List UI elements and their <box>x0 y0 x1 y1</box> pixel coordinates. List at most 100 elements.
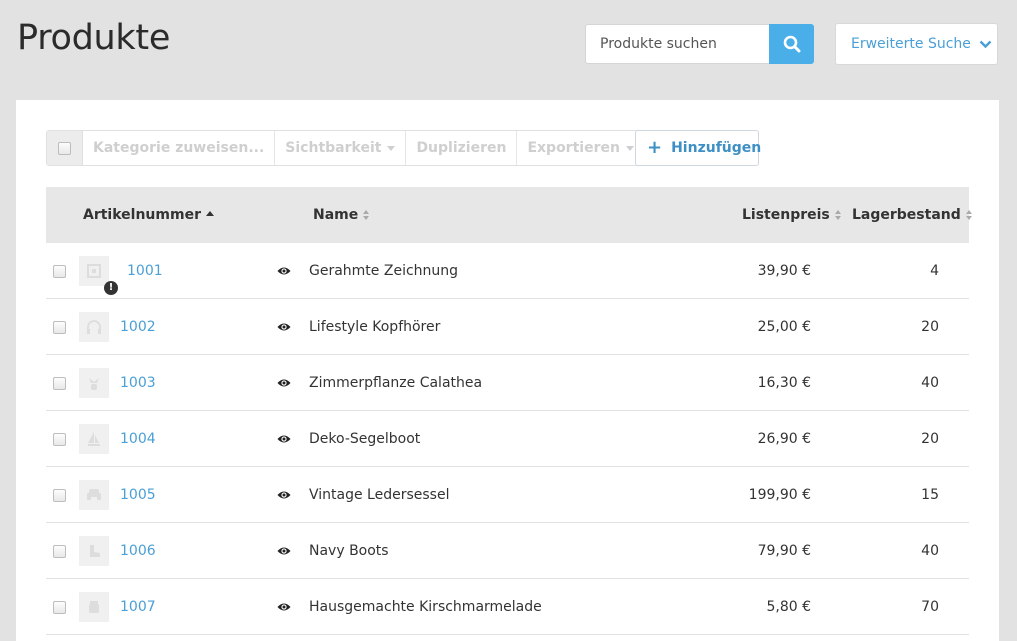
row-checkbox[interactable] <box>53 488 66 502</box>
row-checkbox-cell <box>53 523 66 579</box>
duplicate-label: Duplizieren <box>416 140 507 156</box>
advanced-search-label: Erweiterte Suche <box>851 36 971 52</box>
row-checkbox-cell <box>53 579 66 635</box>
visibility-toggle[interactable] <box>277 299 291 355</box>
select-all-checkbox[interactable] <box>58 141 71 155</box>
product-sku-link[interactable]: 1004 <box>120 411 156 467</box>
column-header-stock-label: Lagerbestand <box>852 207 961 223</box>
armchair-icon <box>87 489 101 500</box>
caret-down-icon <box>387 145 396 151</box>
eye-icon <box>277 267 291 275</box>
export-dropdown[interactable]: Exportieren <box>517 131 645 165</box>
product-price: 25,00 € <box>757 319 811 335</box>
thumbnail-cell <box>79 579 109 635</box>
product-name[interactable]: Deko-Segelboot <box>309 411 420 467</box>
product-name[interactable]: Vintage Ledersessel <box>309 467 449 523</box>
product-stock: 4 <box>930 263 939 279</box>
add-product-button[interactable]: + Hinzufügen <box>635 130 761 166</box>
advanced-search-button[interactable]: Erweiterte Suche <box>835 23 998 65</box>
product-sku-link[interactable]: 1001 <box>127 243 163 299</box>
row-checkbox-cell <box>53 467 66 523</box>
product-name[interactable]: Lifestyle Kopfhörer <box>309 299 440 355</box>
eye-icon <box>277 603 291 611</box>
product-sku-link[interactable]: 1006 <box>120 523 156 579</box>
sort-icon <box>363 210 370 220</box>
sailboat-icon <box>88 432 100 446</box>
product-stock: 70 <box>921 599 939 615</box>
product-sku-link[interactable]: 1002 <box>120 299 156 355</box>
plus-icon: + <box>647 137 663 158</box>
table-row[interactable]: 1002 Lifestyle Kopfhörer 25,00 € 20 <box>46 299 969 355</box>
select-all-toggle[interactable] <box>47 131 83 165</box>
products-table: Artikelnummer Name Listenpreis Lagerbest… <box>46 187 972 635</box>
table-row[interactable]: ! 1001 Gerahmte Zeichnung 39,90 € 4 <box>46 243 969 299</box>
sort-ascending-icon <box>205 210 214 216</box>
row-checkbox[interactable] <box>53 376 66 390</box>
row-checkbox[interactable] <box>53 600 66 614</box>
thumbnail-cell <box>79 467 109 523</box>
product-thumbnail <box>79 368 109 398</box>
product-name[interactable]: Gerahmte Zeichnung <box>309 243 458 299</box>
row-checkbox-cell <box>53 355 66 411</box>
row-checkbox[interactable] <box>53 264 66 278</box>
product-price: 39,90 € <box>757 263 811 279</box>
table-row[interactable]: 1005 Vintage Ledersessel 199,90 € 15 <box>46 467 969 523</box>
row-checkbox-cell <box>53 299 66 355</box>
thumbnail-cell <box>79 523 109 579</box>
table-row[interactable]: 1003 Zimmerpflanze Calathea 16,30 € 40 <box>46 355 969 411</box>
eye-icon <box>277 547 291 555</box>
column-header-sku[interactable]: Artikelnummer <box>83 187 214 243</box>
table-row[interactable]: 1007 Hausgemachte Kirschmarmelade 5,80 €… <box>46 579 969 635</box>
thumbnail-cell: ! <box>79 243 118 299</box>
product-thumbnail <box>79 480 109 510</box>
product-stock: 15 <box>921 487 939 503</box>
column-header-stock[interactable]: Lagerbestand <box>852 187 972 243</box>
assign-category-button[interactable]: Kategorie zuweisen... <box>83 131 276 165</box>
row-checkbox[interactable] <box>53 432 66 446</box>
table-body: ! 1001 Gerahmte Zeichnung 39,90 € 4 1002 <box>46 243 969 635</box>
boot-icon <box>90 545 100 557</box>
export-label: Exportieren <box>527 140 620 156</box>
product-stock: 20 <box>921 431 939 447</box>
table-header: Artikelnummer Name Listenpreis Lagerbest… <box>46 187 972 243</box>
product-price: 79,90 € <box>757 543 811 559</box>
product-sku-link[interactable]: 1007 <box>120 579 156 635</box>
row-checkbox[interactable] <box>53 320 66 334</box>
column-header-price[interactable]: Listenpreis <box>742 187 841 243</box>
visibility-toggle[interactable] <box>277 243 291 299</box>
product-price: 26,90 € <box>757 431 811 447</box>
visibility-toggle[interactable] <box>277 467 291 523</box>
visibility-toggle[interactable] <box>277 355 291 411</box>
thumbnail-cell <box>79 299 109 355</box>
product-sku-link[interactable]: 1003 <box>120 355 156 411</box>
column-header-name[interactable]: Name <box>313 187 370 243</box>
warning-icon: ! <box>104 281 118 295</box>
search-button[interactable] <box>769 24 814 64</box>
table-row[interactable]: 1006 Navy Boots 79,90 € 40 <box>46 523 969 579</box>
product-stock: 40 <box>921 543 939 559</box>
visibility-toggle[interactable] <box>277 411 291 467</box>
table-row[interactable]: 1004 Deko-Segelboot 26,90 € 20 <box>46 411 969 467</box>
visibility-toggle[interactable] <box>277 579 291 635</box>
product-thumbnail <box>79 592 109 622</box>
duplicate-button[interactable]: Duplizieren <box>406 131 518 165</box>
sort-icon <box>834 210 841 220</box>
bulk-actions-group: Kategorie zuweisen... Sichtbarkeit Dupli… <box>46 130 677 166</box>
search-icon <box>783 35 800 53</box>
chevron-down-icon <box>979 40 992 49</box>
product-name[interactable]: Navy Boots <box>309 523 389 579</box>
row-checkbox-cell <box>53 243 66 299</box>
product-name[interactable]: Zimmerpflanze Calathea <box>309 355 482 411</box>
caret-down-icon <box>625 145 634 151</box>
product-stock: 20 <box>921 319 939 335</box>
visibility-toggle[interactable] <box>277 523 291 579</box>
product-sku-link[interactable]: 1005 <box>120 467 156 523</box>
search-input[interactable] <box>585 24 769 64</box>
product-name[interactable]: Hausgemachte Kirschmarmelade <box>309 579 542 635</box>
products-card: Kategorie zuweisen... Sichtbarkeit Dupli… <box>16 100 999 641</box>
row-checkbox[interactable] <box>53 544 66 558</box>
sort-icon <box>965 210 972 220</box>
product-thumbnail <box>79 536 109 566</box>
product-price: 16,30 € <box>757 375 811 391</box>
visibility-dropdown[interactable]: Sichtbarkeit <box>275 131 407 165</box>
